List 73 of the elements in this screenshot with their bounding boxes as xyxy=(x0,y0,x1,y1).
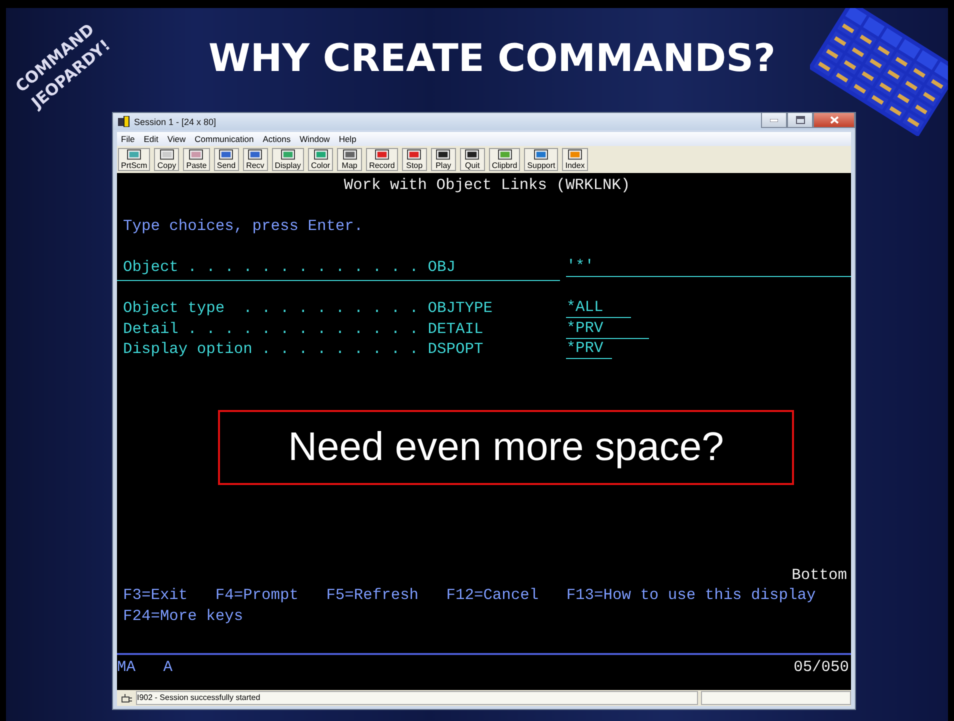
function-key[interactable]: F12=Cancel xyxy=(446,585,539,606)
screen-icon xyxy=(312,149,328,161)
field-label: Object . . . . . . . . . . . . . xyxy=(123,257,420,278)
input-field[interactable]: *PRV xyxy=(566,318,650,338)
maximize-icon xyxy=(796,116,804,124)
field-keyword: DSPOPT xyxy=(428,339,484,360)
menu-item[interactable]: Help xyxy=(338,134,356,144)
toolbar-button[interactable]: Stop xyxy=(402,148,427,171)
minimize-button[interactable] xyxy=(761,113,787,128)
menu-item[interactable]: File xyxy=(121,134,135,144)
screen-icon xyxy=(280,149,296,161)
field-keyword: OBJ xyxy=(428,257,456,278)
toolbar-button[interactable]: PrtScm xyxy=(118,148,150,171)
mode-indicator: MA xyxy=(117,656,136,677)
input-field[interactable]: *PRV xyxy=(566,339,612,359)
screen-icon xyxy=(567,149,584,161)
screen-title: Work with Object Links (WRKLNK) xyxy=(344,175,630,196)
close-icon xyxy=(830,116,838,124)
function-key[interactable]: F5=Refresh xyxy=(326,585,419,606)
toolbar-button[interactable]: Quit xyxy=(460,148,485,171)
slide-title: WHY CREATE COMMANDS? xyxy=(208,35,776,82)
screen-icon xyxy=(406,149,422,161)
minimize-icon xyxy=(770,118,778,122)
screen-icon xyxy=(435,149,452,161)
toolbar-button[interactable]: Record xyxy=(366,148,398,171)
position-text: Bottom xyxy=(792,564,847,585)
input-field[interactable]: *ALL xyxy=(566,298,631,318)
function-key[interactable]: F4=Prompt xyxy=(215,585,298,606)
menu-item[interactable]: Communication xyxy=(194,134,254,144)
close-button[interactable] xyxy=(813,113,855,128)
maximize-button[interactable] xyxy=(787,113,813,128)
field-keyword: OBJTYPE xyxy=(428,298,494,318)
field-label: Object type . . . . . . . . . . xyxy=(123,298,420,318)
toolbar-button[interactable]: Copy xyxy=(154,148,180,171)
toolbar-button[interactable]: Display xyxy=(272,148,304,171)
toolbar-button[interactable]: Clipbrd xyxy=(488,148,520,171)
screen-icon xyxy=(533,149,550,161)
function-key[interactable]: F24=More keys xyxy=(123,606,244,626)
input-indicator: A xyxy=(163,656,172,677)
cursor-position: 05/050 xyxy=(794,656,850,677)
menu-item[interactable]: Actions xyxy=(262,134,291,144)
screen-icon xyxy=(464,149,480,161)
screen-icon xyxy=(126,149,142,161)
window-title: Session 1 - [24 x 80] xyxy=(134,116,218,126)
toolbar-button[interactable]: Color xyxy=(308,148,334,171)
plug-icon xyxy=(121,693,133,703)
field-label: Display option . . . . . . . . . xyxy=(123,339,420,360)
function-key[interactable]: F13=How to use this display xyxy=(566,585,816,606)
input-field[interactable]: '*' xyxy=(566,257,851,277)
status-message: I902 - Session successfully started xyxy=(136,691,698,705)
screen-icon xyxy=(218,149,234,161)
callout-box: Need even more space? xyxy=(218,410,794,485)
field-keyword: DETAIL xyxy=(428,318,484,339)
screen-icon xyxy=(342,149,358,161)
screen-icon xyxy=(247,149,264,161)
toolbar-button[interactable]: Map xyxy=(337,148,362,171)
toolbar-button[interactable]: Send xyxy=(214,148,239,171)
menu-item[interactable]: Edit xyxy=(144,134,158,144)
menu-item[interactable]: Window xyxy=(300,134,330,144)
function-key[interactable]: F3=Exit xyxy=(123,585,188,606)
instruction-text: Type choices, press Enter. xyxy=(123,216,364,236)
screen-icon xyxy=(188,149,204,161)
toolbar-button[interactable]: Recv xyxy=(242,148,268,171)
screen-icon xyxy=(496,149,513,161)
app-icon xyxy=(118,116,130,127)
menu-item[interactable]: View xyxy=(167,134,186,144)
toolbar-button[interactable]: Paste xyxy=(183,148,210,171)
toolbar-button[interactable]: Play xyxy=(430,148,456,171)
toolbar-button[interactable]: Index xyxy=(562,148,588,171)
field-label: Detail . . . . . . . . . . . . . xyxy=(123,318,420,339)
screen-icon xyxy=(158,149,175,161)
screen-icon xyxy=(374,149,390,161)
toolbar-button[interactable]: Support xyxy=(524,148,558,171)
